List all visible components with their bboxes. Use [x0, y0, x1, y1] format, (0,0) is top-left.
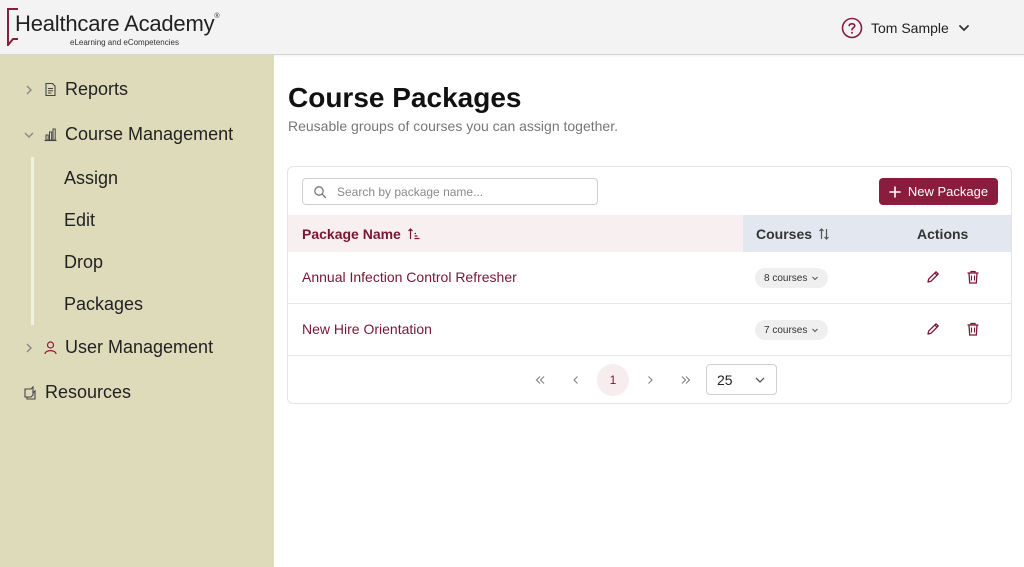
- sidebar-subitem-edit[interactable]: Edit: [64, 210, 95, 231]
- chevron-right-icon[interactable]: [23, 342, 35, 354]
- sidebar: Reports Course Management Assign Edit Dr…: [0, 55, 274, 567]
- chevron-right-icon[interactable]: [23, 84, 35, 96]
- last-page-button[interactable]: [670, 364, 702, 396]
- search-icon: [314, 185, 327, 198]
- sort-ascending-icon[interactable]: [407, 227, 421, 241]
- chevron-down-icon: [812, 328, 819, 333]
- search-input[interactable]: [337, 184, 577, 199]
- courses-count-pill[interactable]: 8 courses: [755, 268, 829, 288]
- sidebar-item-reports[interactable]: Reports: [23, 79, 128, 100]
- page-size-value: 25: [717, 371, 733, 388]
- logo-title: Healthcare Academy®: [15, 11, 220, 36]
- plus-icon: [889, 185, 901, 198]
- previous-page-button[interactable]: [560, 364, 592, 396]
- user-menu[interactable]: Tom Sample: [841, 16, 970, 40]
- sidebar-item-course-management[interactable]: Course Management: [23, 124, 233, 145]
- sidebar-item-label: Resources: [45, 382, 132, 402]
- chevron-left-icon: [573, 376, 578, 384]
- sidebar-item-resources[interactable]: Resources: [23, 382, 131, 403]
- package-name-link[interactable]: Annual Infection Control Refresher: [302, 269, 517, 285]
- courses-count: 7 courses: [764, 324, 808, 336]
- table-row: Annual Infection Control Refresher 8 cou…: [288, 252, 1011, 304]
- help-icon[interactable]: [841, 17, 863, 39]
- trash-icon[interactable]: [965, 269, 981, 285]
- sidebar-subitem-assign[interactable]: Assign: [64, 168, 118, 189]
- column-header-courses[interactable]: Courses: [743, 215, 873, 252]
- page-subtitle: Reusable groups of courses you can assig…: [288, 118, 618, 134]
- column-header-actions: Actions: [873, 215, 1011, 252]
- books-icon: [24, 385, 36, 400]
- pagination: 1 25: [288, 356, 1011, 403]
- chevron-right-icon: [648, 376, 653, 384]
- sidebar-item-label: Course Management: [65, 124, 234, 144]
- edit-icon[interactable]: [925, 269, 941, 285]
- double-chevron-right-icon: [681, 376, 691, 384]
- courses-count: 8 courses: [764, 272, 808, 284]
- sidebar-subitem-packages[interactable]: Packages: [64, 294, 143, 315]
- next-page-button[interactable]: [634, 364, 666, 396]
- sidebar-item-label: User Management: [65, 337, 214, 357]
- chevron-down-icon: [812, 276, 819, 281]
- table-header: Package Name Courses Actions: [288, 215, 1011, 252]
- column-label: Package Name: [302, 225, 401, 242]
- double-chevron-left-icon: [535, 376, 545, 384]
- chevron-down-icon: [755, 377, 765, 383]
- sidebar-item-label: Reports: [65, 79, 129, 99]
- trash-icon[interactable]: [965, 321, 981, 337]
- column-label: Courses: [756, 225, 813, 242]
- courses-count-pill[interactable]: 7 courses: [755, 320, 829, 340]
- submenu-divider: [31, 157, 34, 325]
- chevron-down-icon[interactable]: [958, 22, 970, 34]
- sort-icon[interactable]: [817, 227, 831, 241]
- top-bar: Healthcare Academy® eLearning and eCompe…: [0, 0, 1024, 55]
- document-icon: [45, 82, 56, 97]
- edit-icon[interactable]: [925, 321, 941, 337]
- packages-card: New Package Package Name Courses Actions…: [287, 166, 1012, 404]
- new-package-label: New Package: [907, 184, 989, 199]
- search-box[interactable]: [302, 178, 598, 205]
- logo-tagline: eLearning and eCompetencies: [70, 38, 179, 47]
- chevron-down-icon[interactable]: [23, 129, 35, 141]
- user-name[interactable]: Tom Sample: [871, 20, 949, 36]
- page-button-current[interactable]: 1: [597, 364, 629, 396]
- first-page-button[interactable]: [524, 364, 556, 396]
- new-package-button[interactable]: New Package: [879, 178, 998, 205]
- sidebar-subitem-drop[interactable]: Drop: [64, 252, 103, 273]
- column-header-package-name[interactable]: Package Name: [288, 215, 743, 252]
- page-size-select[interactable]: 25: [706, 364, 777, 395]
- sidebar-item-user-management[interactable]: User Management: [23, 337, 213, 358]
- page-title: Course Packages: [288, 82, 522, 113]
- healthcare-academy-logo[interactable]: Healthcare Academy® eLearning and eCompe…: [6, 8, 246, 48]
- user-icon: [44, 341, 57, 355]
- chart-icon: [44, 128, 57, 142]
- table-row: New Hire Orientation 7 courses: [288, 304, 1011, 356]
- package-name-link[interactable]: New Hire Orientation: [302, 321, 432, 337]
